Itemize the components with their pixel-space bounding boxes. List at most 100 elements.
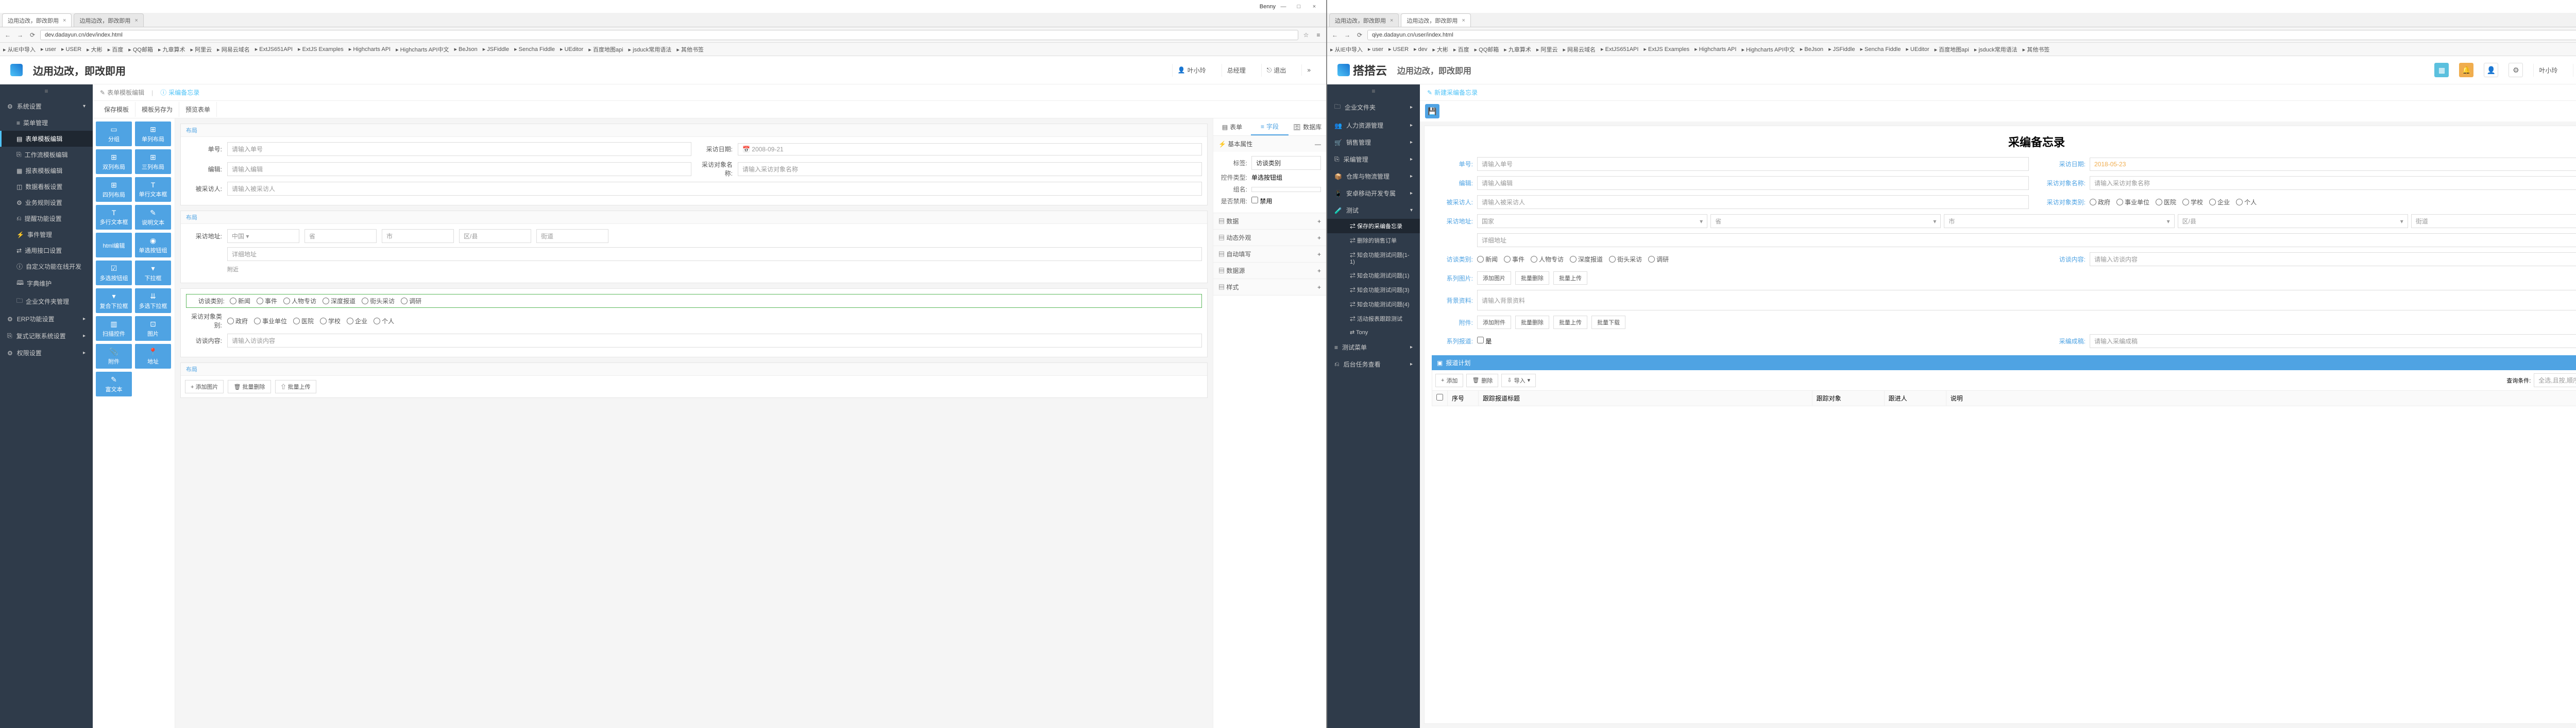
palette-item[interactable]: ☑多选按钮组 (96, 261, 132, 285)
sidebar-subitem[interactable]: ⇄ 删除的销售订单 (1327, 233, 1420, 248)
sidebar-group[interactable]: ⎘复式记账系统设置▸ (0, 327, 93, 344)
palette-item[interactable]: T多行文本框 (96, 205, 132, 230)
palette-item[interactable]: html编辑 (96, 233, 132, 257)
label-input[interactable]: 访谈类别 (1251, 156, 1321, 170)
sidebar-group[interactable]: ⚙权限设置▸ (0, 344, 93, 361)
browser-tab[interactable]: 边用边改，即改即用× (1401, 13, 1470, 27)
maximize-button[interactable]: □ (1291, 4, 1307, 10)
layout-section[interactable]: 布局 + 添加图片🗑 批量删除⇧ 批量上传 (180, 362, 1208, 398)
bookmark-item[interactable]: ▸ 百度 (1453, 45, 1469, 54)
bookmark-item[interactable]: ▸ Highcharts API (349, 46, 391, 53)
bookmark-item[interactable]: ▸ jsduck常用语法 (629, 45, 672, 54)
expand-icon[interactable]: + (1317, 234, 1321, 241)
sidebar-group[interactable]: ⚙ERP功能设置▸ (0, 310, 93, 327)
sidebar-item[interactable]: ⎘采编管理▸ (1327, 151, 1420, 168)
star-icon[interactable]: ☆ (1301, 31, 1311, 39)
bookmark-item[interactable]: ▸ BeJson (1800, 46, 1823, 53)
bookmark-item[interactable]: ▸ Sencha Fiddle (514, 46, 555, 53)
close-tab-icon[interactable]: × (1462, 18, 1465, 24)
target-name-input[interactable]: 请输入采访对象名称 (2090, 176, 2576, 190)
user-name[interactable]: 叶小玲 (2533, 64, 2563, 77)
bookmark-item[interactable]: ▸ 其他书签 (2023, 45, 2050, 54)
sidebar-subitem[interactable]: ⇄ 知会功能测试问题(1-1) (1327, 248, 1420, 268)
attach-button[interactable]: ⇧ 批量上传 (275, 380, 316, 393)
order-no-input[interactable]: 请输入单号 (227, 142, 691, 156)
prop-tab-field[interactable]: ≡ 字段 (1251, 118, 1289, 135)
addr-detail-input[interactable]: 详细地址 (1477, 233, 2576, 247)
bookmark-item[interactable]: ▸ QQ邮箱 (1475, 45, 1499, 54)
province-select[interactable]: 省 (304, 229, 377, 243)
sidebar-item[interactable]: ⎌后台任务查看▸ (1327, 356, 1420, 373)
attach-button[interactable]: 批量删除 (1515, 316, 1549, 329)
palette-item[interactable]: ⊞四列布局 (96, 177, 132, 202)
gear-icon[interactable]: ⚙ (2509, 63, 2523, 77)
close-tab-icon[interactable]: × (1390, 18, 1393, 24)
sidebar-item[interactable]: ≡菜单管理 (0, 115, 93, 131)
sidebar-subitem[interactable]: ⇄ 知会功能测试问题(4) (1327, 297, 1420, 311)
sidebar-item[interactable]: ⚡事件管理 (0, 227, 93, 242)
palette-item[interactable]: 📎附件 (96, 344, 132, 369)
breadcrumb-item[interactable]: ⓘ 采编备忘录 (160, 88, 199, 97)
sidebar-subitem[interactable]: ⇄ 保存的采编备忘录 (1327, 219, 1420, 233)
sidebar-subitem[interactable]: ⇄ 知会功能测试问题(1) (1327, 268, 1420, 283)
collapse-icon[interactable]: — (1315, 141, 1321, 148)
interviewee-input[interactable]: 请输入被采访人 (1477, 195, 2029, 209)
layout-section[interactable]: 访谈类别: 新闻 事件 人物专访 深度报道 街头采访 调研 采访对象类别: 政府… (180, 288, 1208, 357)
bookmark-item[interactable]: ▸ 大彬 (1432, 45, 1448, 54)
user-role[interactable]: 总经理 (1222, 64, 1251, 77)
bookmark-item[interactable]: ▸ 从IE中导入 (1330, 45, 1363, 54)
palette-item[interactable]: ⊞单列布局 (135, 122, 171, 146)
attach-button[interactable]: 🗑 批量删除 (228, 380, 270, 393)
expand-icon[interactable]: + (1317, 284, 1321, 291)
prop-tab-db[interactable]: 🗄 数据库 (1289, 118, 1326, 135)
bookmark-item[interactable]: ▸ 大彬 (87, 45, 103, 54)
collapse-sidebar-icon[interactable]: ≡ (0, 84, 93, 98)
interviewee-input[interactable]: 请输入被采访人 (227, 182, 1202, 196)
bookmark-item[interactable]: ▸ BeJson (454, 46, 477, 53)
sidebar-item[interactable]: 📱安卓移动开发专属▸ (1327, 185, 1420, 202)
sidebar-item[interactable]: 👥人力资源管理▸ (1327, 117, 1420, 134)
bookmark-item[interactable]: ▸ 其他书签 (676, 45, 704, 54)
sidebar-item[interactable]: ◫数据看板设置 (0, 179, 93, 195)
addr-select[interactable]: 省 ▾ (1710, 214, 1941, 228)
sidebar-item[interactable]: ⓘ自定义功能在线开发 (0, 258, 93, 274)
sidebar-item[interactable]: 🛒销售管理▸ (1327, 134, 1420, 151)
prop-accordion[interactable]: ▤ 动态外观+ (1213, 230, 1326, 246)
bookmark-item[interactable]: ▸ Highcharts API中文 (396, 45, 449, 54)
addr-detail-input[interactable]: 详细地址 (227, 247, 1202, 261)
target-type-radios[interactable]: 政府 事业单位 医院 学校 企业 个人 (227, 317, 394, 325)
bookmark-item[interactable]: ▸ QQ邮箱 (128, 45, 153, 54)
menu-icon[interactable]: ≡ (1314, 31, 1323, 39)
bookmark-item[interactable]: ▸ dev (1414, 46, 1427, 53)
attach-button[interactable]: + 添加图片 (185, 380, 224, 393)
sidebar-item[interactable]: ▦报表模板编辑 (0, 163, 93, 179)
sidebar-item[interactable]: 🗀企业文件夹管理 (0, 292, 93, 310)
sidebar-item[interactable]: ⎘工作流模板编辑 (0, 147, 93, 163)
browser-tab[interactable]: 边用边改，即改即用× (74, 13, 143, 27)
bookmark-item[interactable]: ▸ UEditor (560, 46, 583, 53)
palette-item[interactable]: ◉单选按钮组 (135, 233, 171, 257)
grid-view-icon[interactable]: ▦ (2434, 63, 2449, 77)
editor-input[interactable]: 请输入编辑 (227, 162, 691, 176)
sidebar-item[interactable]: ▤表单模板编辑 (0, 131, 93, 147)
layout-section[interactable]: 布局 单号:请输入单号采访日期:📅 2008-09-21 编辑:请输入编辑采访对… (180, 124, 1208, 205)
expand-icon[interactable]: + (1317, 251, 1321, 258)
bookmark-item[interactable]: ▸ Sencha Fiddle (1860, 46, 1901, 53)
addr-select[interactable]: 市 ▾ (1944, 214, 2174, 228)
date-input[interactable]: 2018-05-23📅 (2090, 158, 2576, 171)
close-tab-icon[interactable]: × (134, 18, 138, 24)
bookmark-item[interactable]: ▸ jsduck常用语法 (1974, 45, 2018, 54)
save-template-button[interactable]: 保存模板 (98, 102, 135, 117)
forward-icon[interactable]: → (15, 31, 25, 39)
bookmark-item[interactable]: ▸ 网易云域名 (1563, 45, 1596, 54)
bookmark-item[interactable]: ▸ Highcharts API中文 (1741, 45, 1794, 54)
add-row-button[interactable]: + 添加 (1435, 374, 1463, 387)
prop-accordion[interactable]: ▤ 样式+ (1213, 279, 1326, 295)
bookmark-item[interactable]: ▸ 九章算术 (1504, 45, 1531, 54)
bookmark-item[interactable]: ▸ 百度 (108, 45, 124, 54)
bookmark-item[interactable]: ▸ 从IE中导入 (3, 45, 36, 54)
bookmark-item[interactable]: ▸ 网易云域名 (217, 45, 250, 54)
sidebar-group[interactable]: ⚙系统设置▾ (0, 98, 93, 115)
form-canvas[interactable]: 布局 单号:请输入单号采访日期:📅 2008-09-21 编辑:请输入编辑采访对… (175, 118, 1213, 728)
target-type-radios[interactable]: 政府 事业单位 医院 学校 企业 个人 (2090, 198, 2257, 206)
